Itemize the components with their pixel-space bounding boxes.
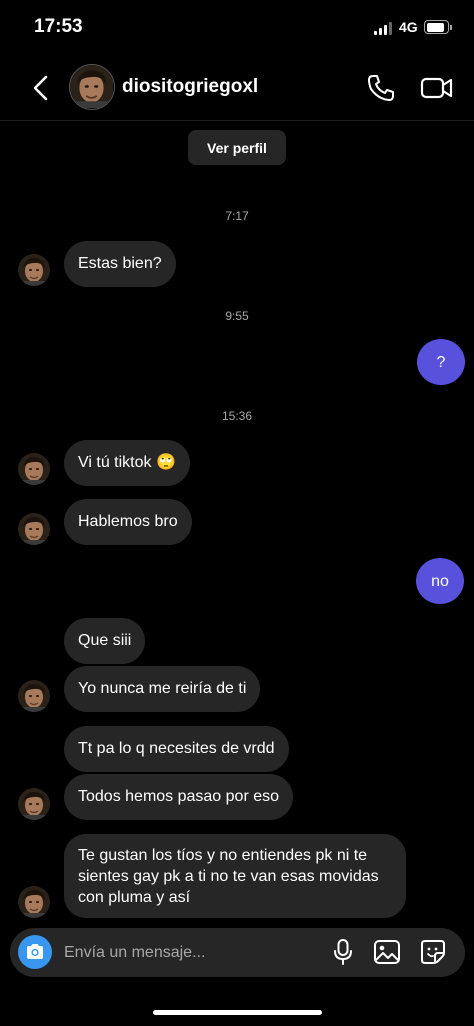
chat-username[interactable]: diositogriegoxl <box>122 76 258 98</box>
message-bubble-received: Hablemos bro <box>64 499 192 545</box>
sender-avatar[interactable] <box>18 886 50 918</box>
view-profile-button[interactable]: Ver perfil <box>188 130 286 165</box>
sender-avatar[interactable] <box>18 254 50 286</box>
back-arrow-icon[interactable] <box>28 72 56 104</box>
status-time: 17:53 <box>34 16 83 37</box>
sender-avatar[interactable] <box>18 680 50 712</box>
message-bubble-received: Yo nunca me reiría de ti <box>64 666 261 712</box>
message-bubble-sent: no <box>416 558 464 604</box>
camera-icon <box>27 944 43 959</box>
message-bubble-received: Que siii <box>64 618 146 664</box>
cellular-signal-icon <box>374 22 392 35</box>
video-call-icon[interactable] <box>420 73 454 103</box>
sticker-icon[interactable] <box>419 938 447 966</box>
message-bubble-sent: ? <box>417 339 465 385</box>
camera-button[interactable] <box>18 935 52 969</box>
battery-icon <box>424 20 452 34</box>
timestamp: 7:17 <box>225 209 249 223</box>
timestamp: 9:55 <box>225 309 249 323</box>
phone-call-icon[interactable] <box>366 73 396 103</box>
gallery-icon[interactable] <box>373 938 401 966</box>
message-bubble-received: Tt pa lo q necesites de vrdd <box>64 726 289 772</box>
microphone-icon[interactable] <box>332 938 354 966</box>
sender-avatar[interactable] <box>18 513 50 545</box>
message-bubble-received: Te gustan los tíos y no entiendes pk ni … <box>64 834 406 918</box>
sender-avatar[interactable] <box>18 453 50 485</box>
sender-avatar[interactable] <box>18 788 50 820</box>
timestamp: 15:36 <box>221 409 253 423</box>
message-input[interactable] <box>64 943 314 963</box>
home-indicator <box>153 1010 322 1015</box>
message-bubble-received: Vi tú tiktok 🙄 <box>64 440 190 486</box>
message-bubble-received: Estas bien? <box>64 241 176 287</box>
message-bubble-received: Todos hemos pasao por eso <box>64 774 294 820</box>
network-type: 4G <box>399 19 418 35</box>
header-avatar[interactable] <box>69 64 115 110</box>
header-divider <box>0 120 474 121</box>
